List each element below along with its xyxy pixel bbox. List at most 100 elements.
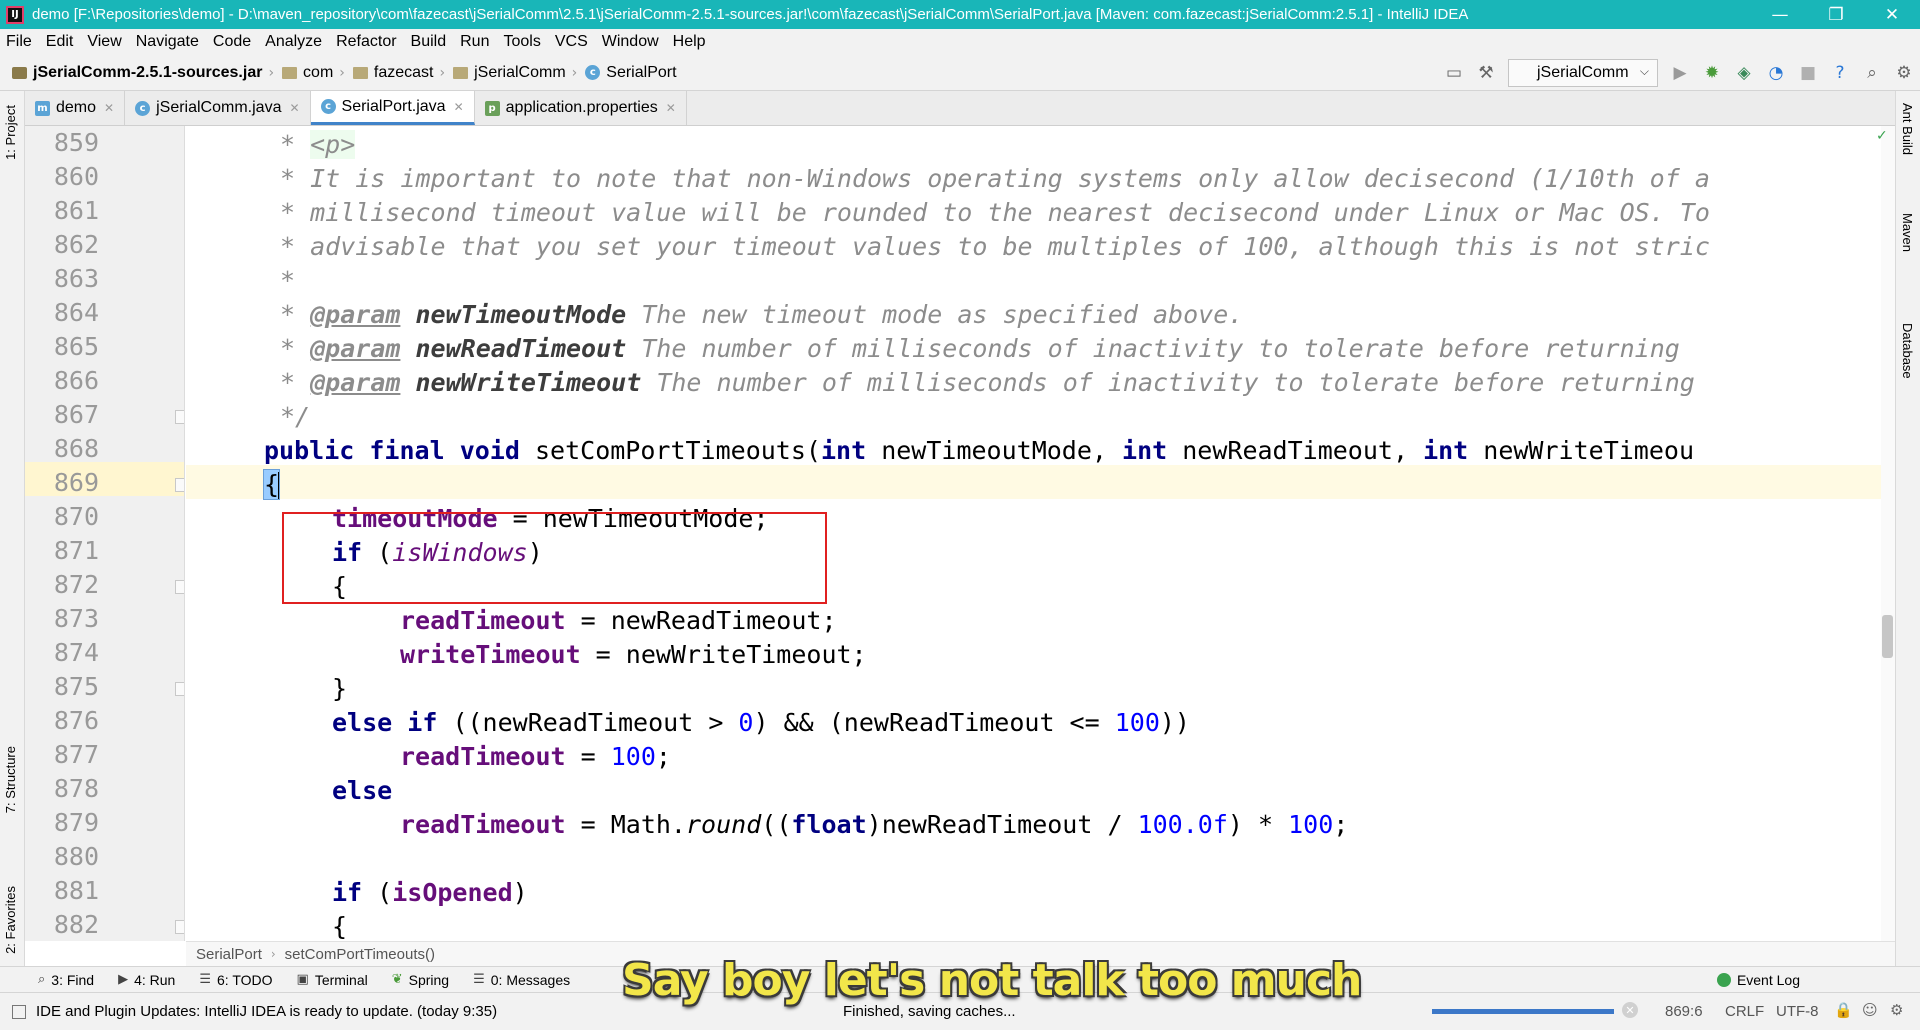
breadcrumb-jserialcomm[interactable]: jSerialComm › [453,64,585,82]
messages-icon: ☰ [473,972,485,987]
left-tool-strip: 1: Project 7: Structure 2: Favorites [0,91,25,966]
code-line-864: * @param newTimeoutMode The new timeout … [280,300,1244,329]
help-icon[interactable]: ? [1824,55,1856,91]
menu-code[interactable]: Code [213,33,251,51]
fold-marker[interactable] [175,580,184,594]
fold-marker[interactable] [175,410,184,424]
menu-tools[interactable]: Tools [503,33,540,51]
editor-scrollbar-thumb[interactable] [1882,615,1893,658]
messages-tool-button[interactable]: ☰ 0: Messages [473,972,570,988]
spring-tool-button[interactable]: ❦ Spring [392,972,449,988]
breadcrumb-jar[interactable]: jSerialComm-2.5.1-sources.jar › [12,64,282,82]
maven-tool-tab[interactable]: Maven [1900,213,1915,252]
menu-refactor[interactable]: Refactor [336,33,396,51]
file-encoding[interactable]: UTF-8 [1776,1003,1819,1020]
menu-view[interactable]: View [87,33,121,51]
text-caret [278,472,281,500]
tab-serialport-java[interactable]: c SerialPort.java ✕ [310,91,475,125]
line-separator[interactable]: CRLF [1725,1003,1764,1020]
close-tab-icon[interactable]: ✕ [104,101,114,115]
database-tool-tab[interactable]: Database [1900,323,1915,379]
profile-icon[interactable]: ◔ [1760,55,1792,91]
code-line-874: writeTimeout = newWriteTimeout; [400,640,867,669]
breadcrumb-fazecast[interactable]: fazecast › [352,64,453,82]
tab-jserialcomm-java[interactable]: c jSerialComm.java ✕ [125,91,311,125]
inspection-ok-check-icon: ✓ [1876,128,1888,144]
debug-bug-icon[interactable]: ✹ [1696,55,1728,91]
todo-tool-label: 6: TODO [217,971,273,988]
menu-window[interactable]: Window [602,33,659,51]
line-number: 861 [53,196,99,225]
menu-vcs[interactable]: VCS [555,33,588,51]
project-structure-icon[interactable]: ▭ [1438,55,1470,91]
editor-breadcrumb-class[interactable]: SerialPort [196,946,262,963]
line-number: 869 [53,468,99,497]
settings-icon[interactable]: ⚙ [1888,55,1920,91]
fold-marker[interactable] [175,920,184,934]
minimize-button[interactable]: — [1752,0,1808,29]
hector-icon[interactable]: ☺ [1862,1001,1878,1019]
jar-icon [12,66,27,79]
lock-icon[interactable]: 🔒 [1834,1001,1853,1019]
progress-fill [1432,1009,1614,1014]
code-line-863: * [280,266,296,295]
class-icon: c [135,100,151,116]
run-icon[interactable]: ▶ [1664,55,1696,91]
close-tab-icon[interactable]: ✕ [666,101,676,115]
tool-windows-toggle-icon[interactable] [12,1004,26,1019]
close-tab-icon[interactable]: ✕ [289,101,299,115]
notifications-icon[interactable]: ⚙ [1890,1001,1903,1019]
tab-application-properties-label: application.properties [505,99,658,116]
coverage-icon[interactable]: ◈ [1728,55,1760,91]
run-tool-button[interactable]: ▶ 4: Run [118,972,175,988]
menu-run[interactable]: Run [460,33,489,51]
line-number: 874 [53,638,99,667]
search-icon[interactable]: ⌕ [1856,55,1888,91]
menu-help[interactable]: Help [673,33,706,51]
line-number: 866 [53,366,99,395]
package-folder-icon [352,66,368,79]
cancel-task-icon[interactable]: ✕ [1622,1002,1638,1018]
fold-marker[interactable] [175,682,184,696]
code-line-865: * @param newReadTimeout The number of mi… [280,334,1680,363]
terminal-tool-label: Terminal [314,971,368,988]
code-line-878: else [332,776,393,805]
breadcrumb-com[interactable]: com › [282,64,353,82]
line-number: 870 [53,502,99,531]
maximize-button[interactable]: ❐ [1808,0,1864,29]
close-button[interactable]: ✕ [1864,0,1920,29]
ant-build-tool-tab[interactable]: Ant Build [1900,103,1915,155]
menu-navigate[interactable]: Navigate [136,33,199,51]
project-tool-tab[interactable]: 1: Project [3,105,18,160]
todo-tool-button[interactable]: ☰ 6: TODO [199,972,272,988]
editor-scrollbar[interactable] [1881,126,1895,941]
structure-tool-tab[interactable]: 7: Structure [3,746,18,813]
stop-icon[interactable]: ■ [1792,55,1824,91]
menu-build[interactable]: Build [411,33,447,51]
menu-edit[interactable]: Edit [46,33,74,51]
tab-demo[interactable]: m demo ✕ [25,91,126,125]
code-line-869: { [262,469,281,500]
event-log-button[interactable]: Event Log [1716,967,1800,993]
line-number: 868 [53,434,99,463]
tab-serialport-label: SerialPort.java [341,97,446,115]
menu-file[interactable]: File [6,33,32,51]
menu-analyze[interactable]: Analyze [265,33,322,51]
tab-application-properties[interactable]: p application.properties ✕ [475,91,687,125]
highlight-annotation-box [282,512,827,604]
find-tool-button[interactable]: ⌕ 3: Find [38,972,94,988]
favorites-tool-tab[interactable]: 2: Favorites [3,886,18,954]
caret-position[interactable]: 869:6 [1665,1003,1703,1020]
editor-breadcrumb-method[interactable]: setComPortTimeouts() [285,946,435,963]
fold-marker[interactable] [175,478,184,492]
run-configuration-select[interactable]: jSerialComm ⌵ [1508,59,1658,87]
terminal-tool-button[interactable]: ▣ Terminal [297,972,368,988]
navigation-bar: jSerialComm-2.5.1-sources.jar › com › fa… [0,55,1920,91]
properties-file-icon: p [484,100,500,116]
close-tab-icon[interactable]: ✕ [454,100,464,114]
code-line-866: * @param newWriteTimeout The number of m… [280,368,1695,397]
breadcrumb-serialport[interactable]: c SerialPort [585,64,677,82]
build-hammer-icon[interactable]: ⚒ [1470,55,1502,91]
status-message[interactable]: IDE and Plugin Updates: IntelliJ IDEA is… [36,1003,497,1020]
line-number: 872 [53,570,99,599]
